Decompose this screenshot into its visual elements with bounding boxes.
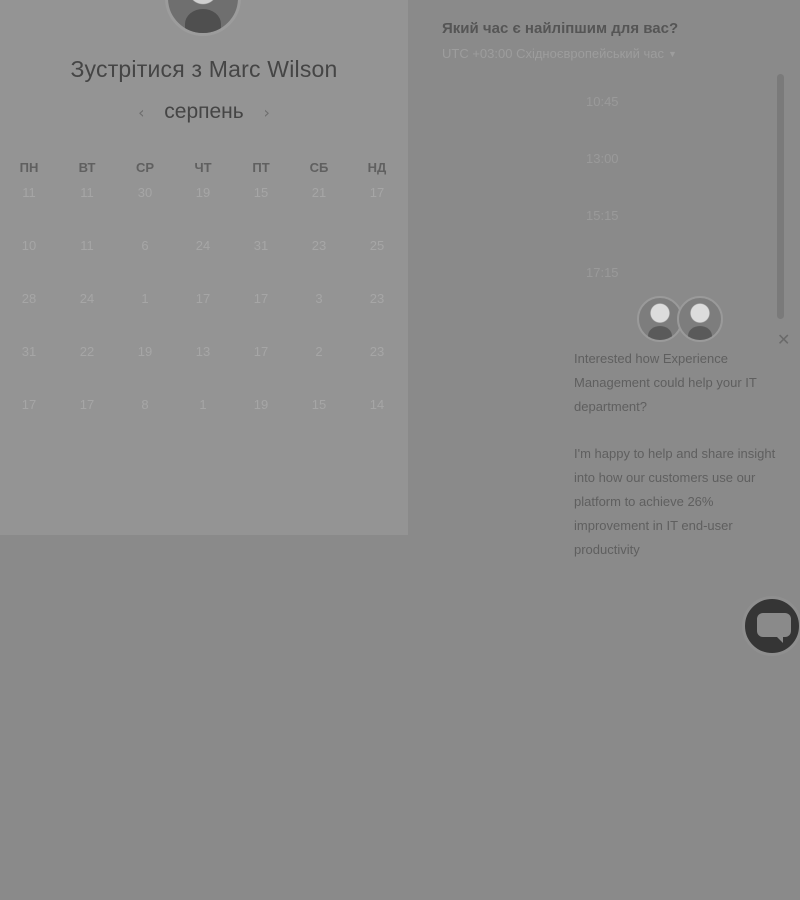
time-question-heading: Який час є найліпшим для вас? [442, 20, 679, 37]
chat-bubble-icon [757, 613, 791, 643]
calendar-day[interactable]: 23 [290, 235, 348, 288]
calendar-day[interactable]: 15 [290, 394, 348, 447]
calendar-day[interactable]: 6 [116, 235, 174, 288]
timezone-label: UTC +03:00 Східноєвропейський час [442, 46, 664, 61]
calendar-day[interactable]: 25 [348, 235, 406, 288]
weekday-label: ЧТ [194, 160, 212, 175]
calendar-panel: Зустрітися з Marc Wilson ‹ серпень › ПН … [0, 0, 408, 535]
calendar-day[interactable]: 17 [232, 288, 290, 341]
chat-agent-avatars [637, 296, 727, 344]
calendar-day[interactable]: 13 [174, 341, 232, 394]
calendar-day[interactable]: 17 [232, 341, 290, 394]
calendar-week: 31 22 19 13 17 2 23 [0, 341, 406, 394]
calendar-day[interactable]: 23 [348, 341, 406, 394]
time-slot[interactable]: 13:00 [586, 151, 619, 208]
time-slot[interactable]: 10:45 [586, 94, 619, 151]
calendar-day[interactable]: 31 [232, 235, 290, 288]
time-slot-list: 10:45 13:00 15:15 17:15 [586, 94, 619, 322]
calendar-week: 17 17 8 1 19 15 14 [0, 394, 406, 447]
weekday-label: ПН [19, 160, 39, 175]
weekday-label: СР [135, 160, 155, 175]
calendar-day[interactable]: 21 [290, 182, 348, 235]
calendar-day[interactable]: 17 [348, 182, 406, 235]
calendar-day[interactable]: 14 [348, 394, 406, 447]
calendar-day[interactable]: 2 [290, 341, 348, 394]
chat-message: I'm happy to help and share insight into… [574, 446, 776, 557]
calendar-day[interactable]: 23 [348, 288, 406, 341]
calendar-day[interactable]: 11 [0, 182, 58, 235]
calendar-day[interactable]: 28 [0, 288, 58, 341]
chat-launcher-button[interactable] [742, 596, 800, 656]
timezone-selector[interactable]: UTC +03:00 Східноєвропейський час ▼ [442, 46, 677, 61]
weekday-label: ПТ [252, 160, 270, 175]
calendar-day[interactable]: 10 [0, 235, 58, 288]
calendar-grid: ПН ВТ СР ЧТ ПТ СБ НД 11 11 30 19 15 21 1… [0, 160, 408, 447]
calendar-day[interactable]: 17 [0, 394, 58, 447]
chevron-left-icon[interactable]: ‹ [134, 103, 148, 122]
weekday-header: ПН ВТ СР ЧТ ПТ СБ НД [0, 160, 406, 180]
calendar-day[interactable]: 15 [232, 182, 290, 235]
caret-down-icon: ▼ [667, 49, 677, 59]
chat-message: Interested how Experience Management cou… [574, 351, 757, 414]
calendar-day[interactable]: 19 [232, 394, 290, 447]
calendar-day[interactable]: 31 [0, 341, 58, 394]
host-avatar [165, 0, 241, 36]
calendar-week: 10 11 6 24 31 23 25 [0, 235, 406, 288]
calendar-week: 11 11 30 19 15 21 17 [0, 182, 406, 235]
time-slot[interactable]: 15:15 [586, 208, 619, 265]
calendar-day[interactable]: 3 [290, 288, 348, 341]
calendar-day[interactable]: 19 [174, 182, 232, 235]
calendar-day[interactable]: 22 [58, 341, 116, 394]
calendar-day[interactable]: 17 [174, 288, 232, 341]
chevron-right-icon[interactable]: › [260, 103, 274, 122]
weekday-label: НД [367, 160, 387, 175]
calendar-day[interactable]: 1 [174, 394, 232, 447]
weekday-label: ВТ [78, 160, 96, 175]
calendar-week: 28 24 1 17 17 3 23 [0, 288, 406, 341]
calendar-day[interactable]: 17 [58, 394, 116, 447]
time-slot-scrollbar[interactable] [777, 74, 784, 319]
calendar-day[interactable]: 24 [58, 288, 116, 341]
calendar-day[interactable]: 1 [116, 288, 174, 341]
calendar-day[interactable]: 8 [116, 394, 174, 447]
weekday-label: СБ [309, 160, 329, 175]
calendar-day[interactable]: 24 [174, 235, 232, 288]
month-navigation: ‹ серпень › [0, 100, 408, 124]
month-label: серпень [164, 100, 244, 123]
calendar-day[interactable]: 19 [116, 341, 174, 394]
calendar-day[interactable]: 30 [116, 182, 174, 235]
calendar-day[interactable]: 11 [58, 235, 116, 288]
time-slot[interactable]: 17:15 [586, 265, 619, 322]
meeting-title: Зустрітися з Marc Wilson [70, 56, 338, 82]
avatar [677, 296, 723, 342]
calendar-day[interactable]: 11 [58, 182, 116, 235]
